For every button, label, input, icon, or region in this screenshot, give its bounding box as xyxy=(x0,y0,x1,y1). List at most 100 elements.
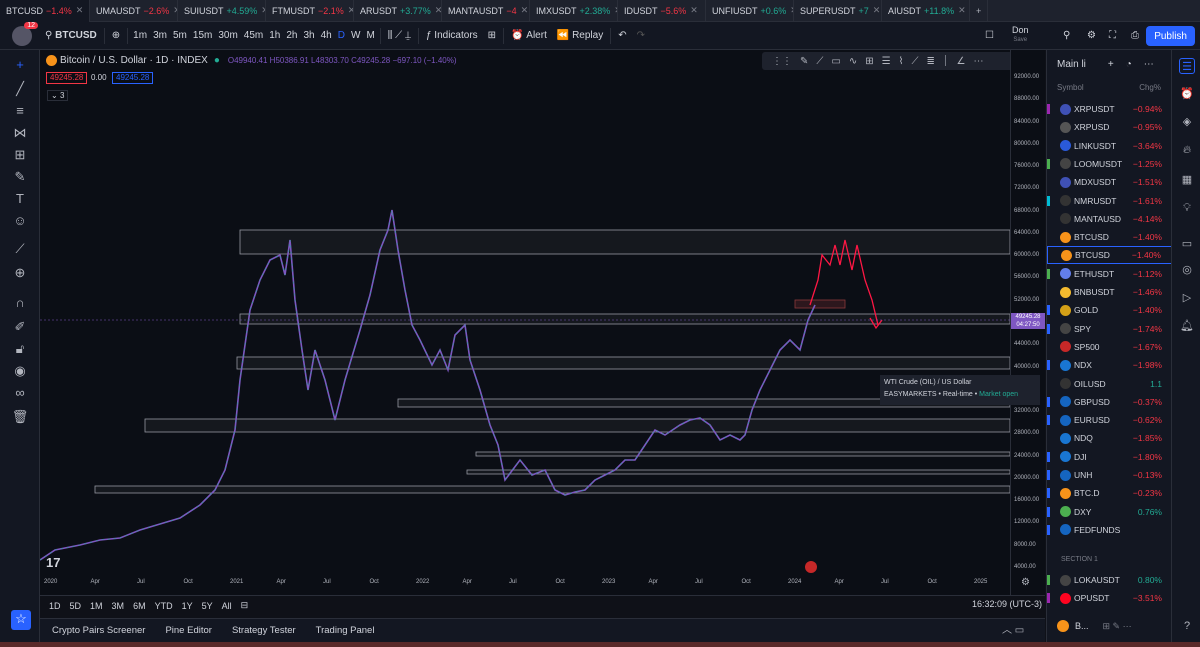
replay-button[interactable]: ⏪ Replay xyxy=(552,22,608,50)
interval-30m[interactable]: 30m xyxy=(215,22,240,50)
templates-button[interactable]: ⊞ xyxy=(483,22,501,50)
flag-icon[interactable] xyxy=(1047,141,1050,151)
flag-icon[interactable] xyxy=(1047,122,1050,132)
symbol-tab[interactable]: MANTAUSDT −4 ✕ xyxy=(442,0,530,22)
quick-search-icon[interactable]: ⚲ xyxy=(1058,22,1075,50)
axis-settings-icon[interactable]: ⚙ xyxy=(1021,577,1030,588)
watchlist-row[interactable]: MANTAUSD −4.14% xyxy=(1047,210,1172,228)
fullscreen-icon[interactable]: ⛶ xyxy=(1104,22,1121,50)
interval-D[interactable]: D xyxy=(335,22,348,50)
watchlist-row[interactable]: EURUSD −0.62% xyxy=(1047,411,1172,429)
flag-icon[interactable] xyxy=(1047,268,1050,279)
range-5D[interactable]: 5D xyxy=(70,601,82,611)
sr-zone[interactable] xyxy=(236,356,1011,370)
flag-icon[interactable] xyxy=(1047,287,1050,297)
watchlist-row[interactable]: SPY −1.74% xyxy=(1047,320,1172,338)
angle-icon[interactable]: ∠ xyxy=(957,56,966,67)
redo-button[interactable]: ↷ xyxy=(632,22,650,50)
footer-tools-icon[interactable]: ⊞ ✎ ⋯ xyxy=(1103,621,1132,632)
close-tab-icon[interactable]: ✕ xyxy=(958,5,966,16)
range-YTD[interactable]: YTD xyxy=(155,601,173,611)
watchlist-row[interactable]: GOLD −1.40% xyxy=(1047,301,1172,319)
ruler-icon[interactable]: ⟋ xyxy=(911,56,918,67)
interval-2h[interactable]: 2h xyxy=(283,22,300,50)
settings-icon[interactable]: ⚙ xyxy=(1082,22,1101,50)
watchlist-row[interactable]: XRPUSD −0.95% xyxy=(1047,118,1172,136)
advanced-view-icon[interactable]: ◔ xyxy=(1126,59,1132,70)
layers-icon[interactable]: ◈ xyxy=(1179,114,1195,130)
flag-icon[interactable] xyxy=(1047,323,1050,334)
watchlist-row[interactable]: MDXUSDT −1.51% xyxy=(1047,173,1172,191)
flag-icon[interactable] xyxy=(1047,506,1050,517)
zoom-icon[interactable]: ⊕ xyxy=(11,264,29,282)
watchlist-row[interactable]: BTC.D −0.23% xyxy=(1047,484,1172,502)
symbol-tab[interactable]: ARUSDT +3.77% ✕ xyxy=(354,0,442,22)
watchlist-row[interactable]: BTCUSD −1.40% xyxy=(1047,228,1172,246)
watchlist-row[interactable]: DXY 0.76% xyxy=(1047,503,1172,521)
symbol-tab[interactable]: AIUSDT +11.8% ✕ xyxy=(882,0,970,22)
sell-price-box[interactable]: 49245.28 xyxy=(46,72,88,84)
interval-W[interactable]: W xyxy=(348,22,363,50)
symbol-tab[interactable]: IMXUSDT+2.38%✕ xyxy=(530,0,618,22)
sr-zone[interactable] xyxy=(475,451,1011,457)
interval-3m[interactable]: 3m xyxy=(150,22,170,50)
indicators-button[interactable]: ƒ Indicators xyxy=(421,22,483,50)
flag-icon[interactable] xyxy=(1048,250,1051,260)
bottom-tab[interactable]: Crypto Pairs Screener xyxy=(52,625,145,636)
flag-icon[interactable] xyxy=(1047,177,1050,187)
grid-icon[interactable]: ⊞ xyxy=(865,56,873,67)
watchlist-row[interactable]: XRPUSDT −0.94% xyxy=(1047,100,1172,118)
horizontal-lines-icon[interactable]: ≡ xyxy=(11,102,29,120)
avatar[interactable]: 12 xyxy=(12,21,38,46)
brush-icon[interactable]: ⌇ xyxy=(899,56,904,67)
trendline-icon[interactable]: ╱ xyxy=(11,80,29,98)
column-symbol[interactable]: Symbol xyxy=(1057,83,1084,92)
close-tab-icon[interactable]: ✕ xyxy=(873,5,881,16)
alert-button[interactable]: ⏰ Alert xyxy=(506,22,552,50)
sr-zone[interactable] xyxy=(466,469,1011,475)
range-1M[interactable]: 1M xyxy=(90,601,103,611)
flag-icon[interactable] xyxy=(1047,470,1050,480)
watchlist-row[interactable]: OILUSD 1.1 xyxy=(1047,375,1172,393)
interval-1m[interactable]: 1m xyxy=(130,22,150,50)
flag-icon[interactable] xyxy=(1047,575,1050,585)
timezone-clock[interactable]: 16:32:09 (UTC-3) xyxy=(972,599,1042,609)
flag-icon[interactable] xyxy=(1047,342,1050,352)
flag-icon[interactable] xyxy=(1047,214,1050,224)
help-icon[interactable]: ? xyxy=(1179,618,1195,634)
ruler-icon[interactable]: ⟋ xyxy=(11,240,29,258)
rectangle-icon[interactable]: ▭ xyxy=(831,56,840,67)
buy-price-box[interactable]: 49245.28 xyxy=(112,72,154,84)
line-icon[interactable]: ⟋ xyxy=(816,56,823,67)
indicators-collapse[interactable]: ⌄ 3 xyxy=(47,90,69,101)
undo-button[interactable]: ↶ xyxy=(613,22,631,50)
range-3M[interactable]: 3M xyxy=(112,601,125,611)
range-6M[interactable]: 6M xyxy=(133,601,146,611)
flag-icon[interactable] xyxy=(1047,451,1050,462)
interval-M[interactable]: M xyxy=(363,22,377,50)
alerts-icon[interactable]: ⏰ xyxy=(1179,86,1195,102)
close-tab-icon[interactable]: ✕ xyxy=(76,5,84,16)
collapse-panel-icon[interactable]: ︿ ▭ xyxy=(1002,621,1024,636)
sr-zone[interactable] xyxy=(94,485,1011,494)
measure-icon[interactable]: ⏐ xyxy=(943,56,949,67)
streams-icon[interactable]: ◎ xyxy=(1179,262,1195,278)
interval-3h[interactable]: 3h xyxy=(301,22,318,50)
interval-15m[interactable]: 15m xyxy=(190,22,215,50)
range-1Y[interactable]: 1Y xyxy=(182,601,193,611)
link-icon[interactable]: ∞ xyxy=(11,384,29,402)
watchlist-row[interactable]: LINKUSDT −3.64% xyxy=(1047,137,1172,155)
add-symbol-icon[interactable]: + xyxy=(1108,59,1114,70)
flag-icon[interactable] xyxy=(1047,396,1050,407)
close-tab-icon[interactable]: ✕ xyxy=(521,5,529,16)
flag-icon[interactable] xyxy=(1047,488,1050,499)
more-icon[interactable]: ⋯ xyxy=(974,56,984,67)
lock-drawings-icon[interactable]: ✐ xyxy=(11,318,29,336)
event-marker-icon[interactable] xyxy=(805,561,817,573)
watchlist-row[interactable]: NMRUSDT −1.61% xyxy=(1047,192,1172,210)
chart-pane[interactable] xyxy=(39,50,1011,595)
bottom-tab[interactable]: Pine Editor xyxy=(165,625,211,636)
watchlist-row[interactable]: ETHUSDT −1.12% xyxy=(1047,265,1172,283)
flag-icon[interactable] xyxy=(1047,232,1050,242)
watchlist-row[interactable]: BNBUSDT −1.46% xyxy=(1047,283,1172,301)
